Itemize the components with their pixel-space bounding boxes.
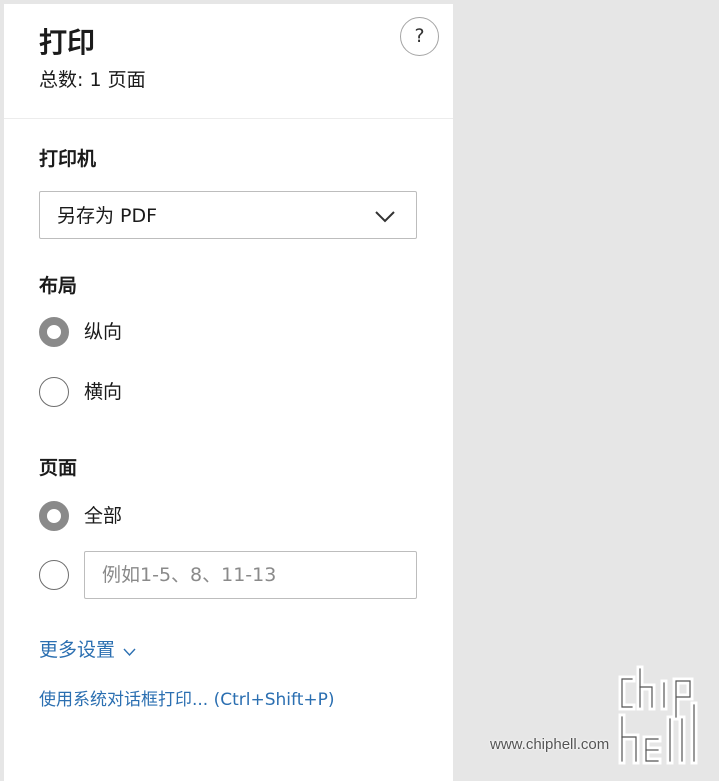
radio-portrait[interactable] bbox=[39, 317, 69, 347]
system-dialog-print-link[interactable]: 使用系统对话框打印... (Ctrl+Shift+P) bbox=[39, 689, 335, 711]
chiphell-logo bbox=[618, 665, 698, 765]
watermark-url: www.chiphell.com bbox=[490, 736, 610, 753]
printer-label: 打印机 bbox=[39, 148, 97, 170]
print-settings-panel: 打印 总数: 1 页面 ? 打印机 另存为 PDF 布局 纵向 横向 页面 全部… bbox=[4, 4, 453, 781]
pages-label: 页面 bbox=[39, 457, 78, 479]
total-pages-count: 总数: 1 页面 bbox=[39, 69, 146, 91]
question-mark-icon: ? bbox=[414, 25, 425, 47]
radio-all-pages[interactable] bbox=[39, 501, 69, 531]
pages-all-option[interactable]: 全部 bbox=[39, 500, 122, 532]
pages-custom-option[interactable] bbox=[39, 559, 69, 591]
print-preview-page: 打印 总数: 1 页面 ? 打印机 另存为 PDF 布局 纵向 横向 页面 全部… bbox=[0, 0, 719, 781]
page-title: 打印 bbox=[39, 26, 96, 59]
page-range-input[interactable] bbox=[84, 551, 417, 599]
radio-landscape[interactable] bbox=[39, 377, 69, 407]
print-header: 打印 总数: 1 页面 ? bbox=[4, 4, 453, 119]
printer-selected-value: 另存为 PDF bbox=[57, 205, 158, 227]
radio-portrait-label: 纵向 bbox=[84, 321, 123, 343]
radio-all-pages-label: 全部 bbox=[84, 505, 123, 527]
printer-select[interactable]: 另存为 PDF bbox=[39, 191, 417, 239]
more-settings-label: 更多设置 bbox=[39, 639, 116, 661]
help-button[interactable]: ? bbox=[400, 17, 439, 56]
chevron-down-small-icon bbox=[123, 648, 136, 657]
layout-label: 布局 bbox=[39, 275, 78, 297]
watermark: www.chiphell.com bbox=[490, 665, 710, 770]
chevron-down-icon bbox=[375, 211, 395, 223]
layout-landscape-option[interactable]: 横向 bbox=[39, 376, 122, 408]
radio-landscape-label: 横向 bbox=[84, 381, 123, 403]
layout-portrait-option[interactable]: 纵向 bbox=[39, 316, 122, 348]
more-settings-link[interactable]: 更多设置 bbox=[39, 638, 136, 662]
radio-custom-range[interactable] bbox=[39, 560, 69, 590]
